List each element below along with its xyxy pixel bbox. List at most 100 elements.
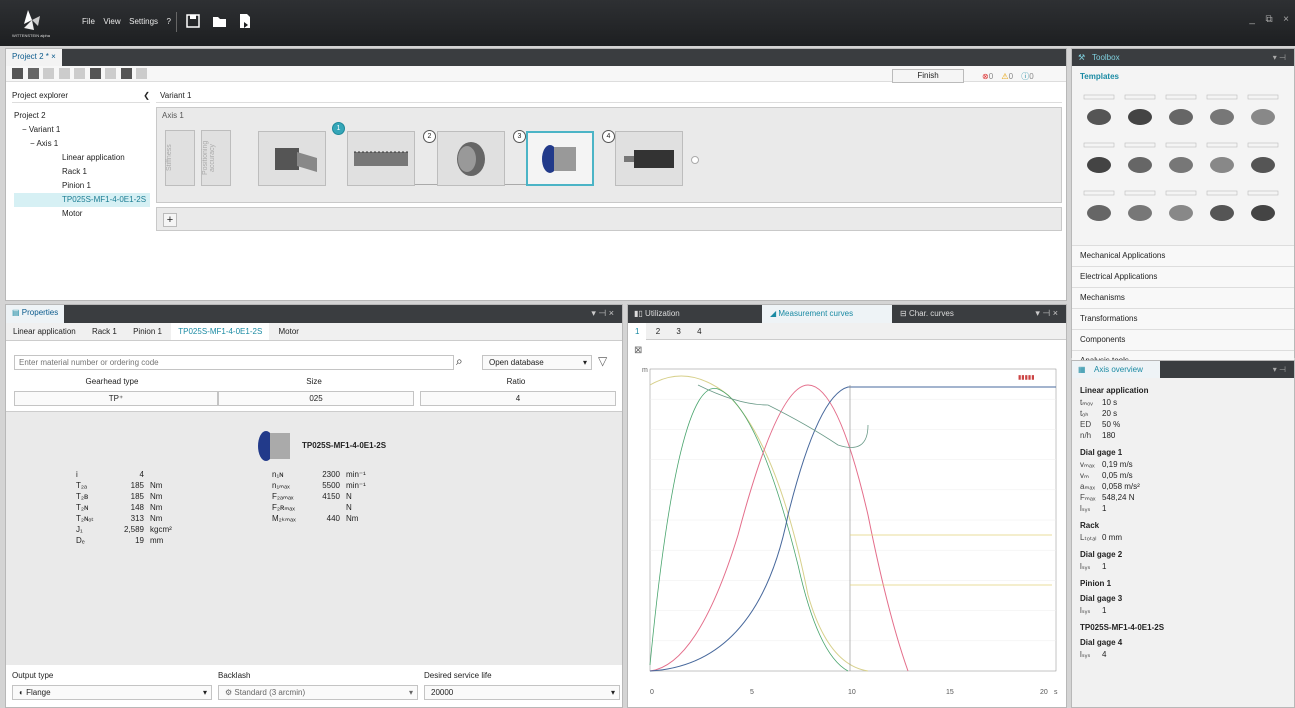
- close-tab-icon[interactable]: ×: [51, 52, 56, 61]
- finish-button[interactable]: Finish: [892, 69, 964, 83]
- dial-tab-2[interactable]: 2: [649, 323, 667, 340]
- search-icon[interactable]: ⌕: [456, 354, 463, 369]
- tree-item-axis[interactable]: − Axis 1: [14, 137, 150, 151]
- template-item[interactable]: [1123, 141, 1157, 181]
- restore-button[interactable]: ⧉: [1266, 14, 1273, 25]
- template-item[interactable]: [1164, 141, 1198, 181]
- delete-icon[interactable]: [12, 68, 23, 80]
- copy-icon[interactable]: [27, 68, 39, 80]
- curves-panel: ▮▯ Utilization ◢ Measurement curves ⊟ Ch…: [627, 304, 1067, 708]
- template-item[interactable]: [1082, 189, 1116, 229]
- template-item[interactable]: [1164, 93, 1198, 133]
- add-axis-button[interactable]: +: [163, 213, 177, 227]
- tree-item-variant[interactable]: − Variant 1: [14, 123, 150, 137]
- menu-file[interactable]: File: [82, 17, 95, 26]
- paste-icon[interactable]: [58, 68, 70, 80]
- templates-header[interactable]: Templates: [1072, 66, 1294, 87]
- tree-item-project[interactable]: Project 2: [14, 109, 150, 123]
- export-report-icon[interactable]: [238, 13, 252, 29]
- tree-item-motor[interactable]: Motor: [14, 207, 150, 221]
- project-tab[interactable]: Project 2 * ×: [6, 49, 62, 66]
- motor-node[interactable]: [615, 131, 683, 186]
- menu-settings[interactable]: Settings: [129, 17, 158, 26]
- pin-icon[interactable]: ▾ ⊣: [1273, 53, 1286, 62]
- template-icon: [1083, 190, 1115, 221]
- template-item[interactable]: [1205, 189, 1239, 229]
- section-mechanisms[interactable]: Mechanisms: [1072, 287, 1294, 308]
- tree-item-linear-application[interactable]: Linear application: [14, 151, 150, 165]
- gearhead-type-select[interactable]: TP⁺: [14, 391, 218, 406]
- pin-close-icon[interactable]: ▾ ⊣ ×: [1035, 308, 1058, 319]
- template-item[interactable]: [1205, 141, 1239, 181]
- badge-2[interactable]: 2: [423, 130, 436, 143]
- properties-tab[interactable]: ▤ Properties: [6, 305, 65, 323]
- template-item[interactable]: [1082, 141, 1116, 181]
- gearhead-node[interactable]: [526, 131, 594, 186]
- filter-icon[interactable]: [136, 68, 148, 80]
- open-folder-icon[interactable]: [212, 14, 228, 28]
- dial-tab-1[interactable]: 1: [628, 323, 647, 340]
- badge-4[interactable]: 4: [602, 130, 615, 143]
- chain-end-connector[interactable]: [691, 156, 699, 164]
- rack-node[interactable]: [347, 131, 415, 186]
- tree-item-pinion[interactable]: Pinion 1: [14, 179, 150, 193]
- pinion-node[interactable]: [437, 131, 505, 186]
- link-icon[interactable]: [89, 68, 101, 80]
- close-button[interactable]: ×: [1283, 14, 1289, 25]
- document-icon[interactable]: [120, 68, 132, 80]
- collapse-explorer-icon[interactable]: ❮: [143, 91, 150, 100]
- section-electrical[interactable]: Electrical Applications: [1072, 266, 1294, 287]
- material-search-input[interactable]: [14, 355, 454, 370]
- pin-icon[interactable]: ▾ ⊣: [1273, 365, 1286, 374]
- badge-1[interactable]: 1: [332, 122, 345, 135]
- template-item[interactable]: [1205, 93, 1239, 133]
- minimize-button[interactable]: _: [1249, 14, 1255, 25]
- axis-overview-panel: ▦ Axis overview ▾ ⊣ Linear application tₘₒᵥ…: [1071, 360, 1295, 708]
- badge-3[interactable]: 3: [513, 130, 526, 143]
- duplicate-icon[interactable]: [74, 68, 86, 80]
- ratio-select[interactable]: 4: [420, 391, 616, 406]
- backlash-select[interactable]: ⚙ Standard (3 arcmin) ▾: [218, 685, 418, 700]
- tab-linear-application[interactable]: Linear application: [6, 323, 83, 340]
- tree-item-rack[interactable]: Rack 1: [14, 165, 150, 179]
- section-mechanical[interactable]: Mechanical Applications: [1072, 245, 1294, 266]
- menu-help[interactable]: ?: [167, 17, 171, 26]
- save-icon[interactable]: [186, 14, 200, 28]
- open-database-dropdown[interactable]: Open database ▾: [482, 355, 592, 370]
- template-item[interactable]: [1246, 93, 1280, 133]
- pin-close-icon[interactable]: ▾ ⊣ ×: [591, 308, 614, 319]
- tab-utilization[interactable]: ▮▯ Utilization: [634, 309, 680, 318]
- output-type-select[interactable]: ◐ Flange ▾: [12, 685, 212, 700]
- service-life-input[interactable]: 20000 ▾: [424, 685, 620, 700]
- spec-symbol: n₁ɴ: [272, 470, 284, 479]
- tab-pinion[interactable]: Pinion 1: [126, 323, 169, 340]
- funnel-icon[interactable]: ▽: [598, 354, 607, 368]
- chart-options-icon[interactable]: ⊠: [634, 345, 642, 356]
- stiffness-button[interactable]: Stiffness: [165, 130, 195, 186]
- template-item[interactable]: [1123, 189, 1157, 229]
- template-item[interactable]: [1123, 93, 1157, 133]
- cut-icon[interactable]: [43, 68, 55, 80]
- tab-motor[interactable]: Motor: [272, 323, 306, 340]
- tab-measurement-curves[interactable]: ◢ Measurement curves: [762, 305, 892, 323]
- layout-icon[interactable]: [105, 68, 117, 80]
- spec-value: 19: [135, 536, 144, 545]
- template-item[interactable]: [1246, 189, 1280, 229]
- dial-tab-3[interactable]: 3: [669, 323, 687, 340]
- size-select[interactable]: 025: [218, 391, 414, 406]
- tree-item-gearhead[interactable]: TP025S-MF1-4-0E1-2S: [14, 193, 150, 207]
- linear-application-node[interactable]: [258, 131, 326, 186]
- template-item[interactable]: [1164, 189, 1198, 229]
- tab-rack[interactable]: Rack 1: [85, 323, 124, 340]
- dial-tab-4[interactable]: 4: [690, 323, 708, 340]
- template-item[interactable]: [1082, 93, 1116, 133]
- section-transformations[interactable]: Transformations: [1072, 308, 1294, 329]
- template-item[interactable]: [1246, 141, 1280, 181]
- section-components[interactable]: Components: [1072, 329, 1294, 350]
- tab-char-curves[interactable]: ⊟ Char. curves: [900, 309, 954, 318]
- wittenstein-logo-icon: WITTENSTEIN alpha: [12, 10, 51, 38]
- menu-view[interactable]: View: [103, 17, 120, 26]
- positioning-accuracy-button[interactable]: Positioning accuracy: [201, 130, 231, 186]
- axis-value: 180: [1102, 431, 1116, 440]
- tab-gearhead[interactable]: TP025S-MF1-4-0E1-2S: [171, 323, 270, 340]
